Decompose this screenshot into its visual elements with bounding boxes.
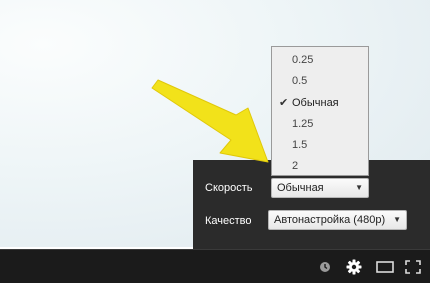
player-control-bar (0, 249, 430, 283)
theater-mode-icon[interactable] (375, 260, 395, 274)
yellow-arrow-annotation (151, 79, 269, 163)
fullscreen-icon[interactable] (404, 259, 422, 275)
watch-later-icon[interactable] (318, 260, 332, 274)
gear-icon[interactable] (345, 258, 363, 276)
